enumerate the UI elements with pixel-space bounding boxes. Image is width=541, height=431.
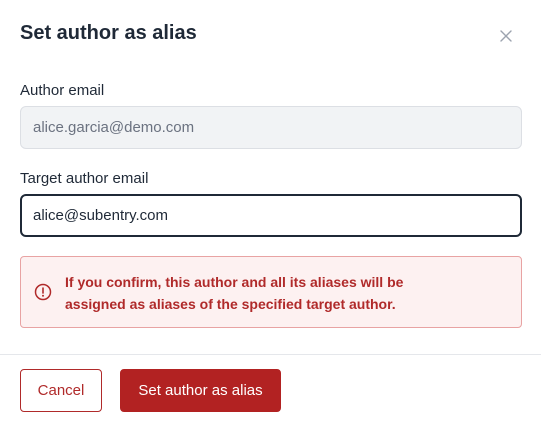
- alert-message: If you confirm, this author and all its …: [65, 271, 505, 315]
- warning-alert: If you confirm, this author and all its …: [20, 256, 522, 328]
- close-icon-glyph: [500, 30, 512, 42]
- close-icon[interactable]: [497, 27, 515, 45]
- author-email-label: Author email: [20, 82, 105, 99]
- footer-divider: [0, 354, 541, 355]
- set-author-as-alias-button[interactable]: Set author as alias: [120, 369, 281, 412]
- set-author-alias-dialog: Set author as alias Author email Target …: [0, 0, 541, 431]
- target-author-email-label: Target author email: [20, 170, 149, 187]
- author-email-field: [20, 106, 522, 149]
- target-author-email-field[interactable]: [20, 194, 522, 237]
- alert-circle-icon: [34, 283, 52, 301]
- alert-message-line-1: If you confirm, this author and all its …: [65, 274, 404, 290]
- alert-message-line-2: assigned as aliases of the specified tar…: [65, 296, 396, 312]
- cancel-button[interactable]: Cancel: [20, 369, 102, 412]
- dialog-title: Set author as alias: [20, 22, 197, 44]
